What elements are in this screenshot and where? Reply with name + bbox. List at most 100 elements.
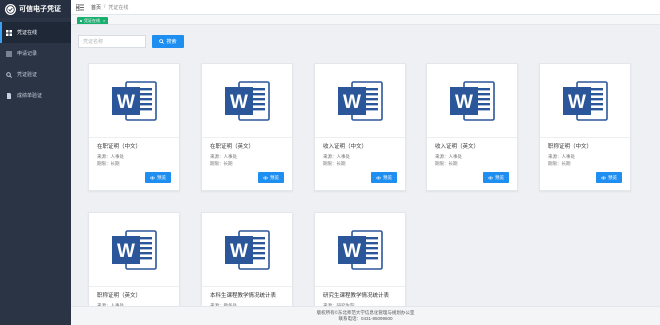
grid-icon: [6, 29, 12, 36]
sidebar-menu: 凭证在线 申请记录 凭证验证 成绩单验证: [0, 22, 71, 106]
card-thumbnail[interactable]: W: [202, 213, 292, 287]
word-document-icon: W: [448, 80, 496, 122]
card-period-value: 长期: [223, 161, 233, 166]
card-thumbnail[interactable]: W: [427, 64, 517, 138]
eye-icon: [488, 175, 493, 180]
search-icon: [6, 71, 12, 78]
svg-text:W: W: [568, 92, 586, 113]
preview-button[interactable]: 预览: [483, 172, 509, 183]
card-period-label: 期限：: [210, 161, 224, 166]
sidebar-item-verify[interactable]: 凭证验证: [0, 64, 71, 85]
card-period: 期限：长期: [548, 161, 571, 167]
tab-label: 凭证在线: [84, 17, 100, 23]
word-document-icon: W: [223, 80, 271, 122]
svg-text:W: W: [343, 241, 361, 262]
card-thumbnail[interactable]: W: [202, 64, 292, 138]
card-thumbnail[interactable]: W: [540, 64, 630, 138]
card-title: 在职证明（英文）: [210, 144, 255, 150]
close-icon[interactable]: ×: [103, 18, 105, 23]
card-title: 收入证明（英文）: [435, 144, 480, 150]
sidebar-item-records[interactable]: 申请记录: [0, 43, 71, 64]
word-document-icon: W: [110, 229, 158, 271]
certificate-card: W研究生课程教学情况统计表来源：研究生院期限：长期预览: [314, 212, 406, 315]
card-period-value: 长期: [448, 161, 458, 166]
eye-icon: [263, 175, 268, 180]
search-input[interactable]: [78, 35, 146, 48]
sidebar-item-label: 凭证在线: [17, 30, 38, 36]
certificate-card: W 收入证明（英文） 来源：人事处 期限：长期 预览: [426, 63, 518, 191]
card-source-label: 来源：: [323, 154, 337, 159]
svg-text:W: W: [117, 241, 135, 262]
card-source-label: 来源：: [435, 154, 449, 159]
preview-button[interactable]: 预览: [145, 172, 171, 183]
card-period: 期限：长期: [210, 161, 233, 167]
eye-icon: [150, 175, 155, 180]
preview-button-label: 预览: [383, 174, 392, 180]
footer: 版权所有©东北师范大学信息化管理与规划办公室 联系电话：0431-8509960…: [71, 306, 660, 325]
card-source-label: 来源：: [548, 154, 562, 159]
card-thumbnail[interactable]: W: [315, 213, 405, 287]
word-document-icon: W: [223, 229, 271, 271]
app-logo[interactable]: 可信电子凭证: [0, 0, 71, 18]
card-source-value: 人事处: [336, 154, 351, 159]
certificate-card: W 在职证明（英文） 来源：人事处 期限：长期 预览: [201, 63, 293, 191]
card-thumbnail[interactable]: W: [315, 64, 405, 138]
tab-online[interactable]: 凭证在线 ×: [77, 17, 109, 24]
sidebar-item-transcript[interactable]: 成绩单验证: [0, 85, 71, 106]
preview-button-label: 预览: [157, 174, 166, 180]
preview-button[interactable]: 预览: [371, 172, 397, 183]
card-period: 期限：长期: [323, 161, 346, 167]
card-period: 期限：长期: [435, 161, 458, 167]
card-source-value: 人事处: [448, 154, 463, 159]
word-document-icon: W: [336, 229, 384, 271]
list-icon: [6, 51, 12, 57]
card-title: 研究生课程教学情况统计表: [323, 293, 390, 299]
card-period-value: 长期: [561, 161, 571, 166]
document-icon: [6, 92, 12, 99]
breadcrumb-home[interactable]: 首页: [91, 4, 101, 11]
certificate-card: W 职称证明（中文） 来源：人事处 期限：长期 预览: [539, 63, 631, 191]
card-title: 本科生课程教学情况统计表: [210, 293, 277, 299]
topbar: 首页 / 凭证在线: [71, 0, 660, 15]
preview-button[interactable]: 预览: [596, 172, 622, 183]
sidebar-item-label: 凭证验证: [17, 72, 38, 78]
card-title: 在职证明（中文）: [97, 144, 142, 150]
card-title: 收入证明（中文）: [323, 144, 368, 150]
card-source: 来源：人事处: [548, 154, 575, 160]
sidebar-item-online[interactable]: 凭证在线: [0, 22, 71, 43]
search-button[interactable]: 搜索: [152, 35, 184, 48]
main-content: 搜索 W在职证明（中文）来源：人事处期限：长期预览W在职证明（英文）来源：人事处…: [71, 25, 660, 315]
card-period-label: 期限：: [323, 161, 337, 166]
eye-icon: [601, 175, 606, 180]
card-source: 来源：人事处: [435, 154, 462, 160]
card-period-value: 长期: [110, 161, 120, 166]
sidebar: 可信电子凭证 凭证在线 申请记录 凭证验证 成绩单验证: [0, 0, 71, 325]
card-source-label: 来源：: [97, 154, 111, 159]
card-period-label: 期限：: [97, 161, 111, 166]
card-source: 来源：人事处: [97, 154, 124, 160]
svg-text:W: W: [343, 92, 361, 113]
tabs-bar: 凭证在线 ×: [71, 15, 660, 25]
preview-button-label: 预览: [270, 174, 279, 180]
card-source-value: 人事处: [561, 154, 576, 159]
tab-dot-icon: [80, 19, 82, 22]
sidebar-item-label: 成绩单验证: [17, 93, 43, 99]
svg-text:W: W: [230, 92, 248, 113]
card-thumbnail[interactable]: W: [89, 64, 179, 138]
search-button-label: 搜索: [166, 39, 177, 45]
preview-button-label: 预览: [495, 174, 504, 180]
breadcrumb-separator: /: [104, 4, 106, 10]
word-document-icon: W: [561, 80, 609, 122]
card-thumbnail[interactable]: W: [89, 213, 179, 287]
word-document-icon: W: [336, 80, 384, 122]
card-source-value: 人事处: [110, 154, 125, 159]
eye-icon: [376, 175, 381, 180]
svg-text:W: W: [117, 92, 135, 113]
preview-button[interactable]: 预览: [258, 172, 284, 183]
search-icon: [159, 39, 165, 44]
preview-button-label: 预览: [608, 174, 617, 180]
menu-toggle-icon[interactable]: [76, 3, 84, 11]
word-document-icon: W: [110, 80, 158, 122]
footer-contact: 联系电话：0431-85099600: [338, 316, 393, 321]
svg-text:W: W: [230, 241, 248, 262]
